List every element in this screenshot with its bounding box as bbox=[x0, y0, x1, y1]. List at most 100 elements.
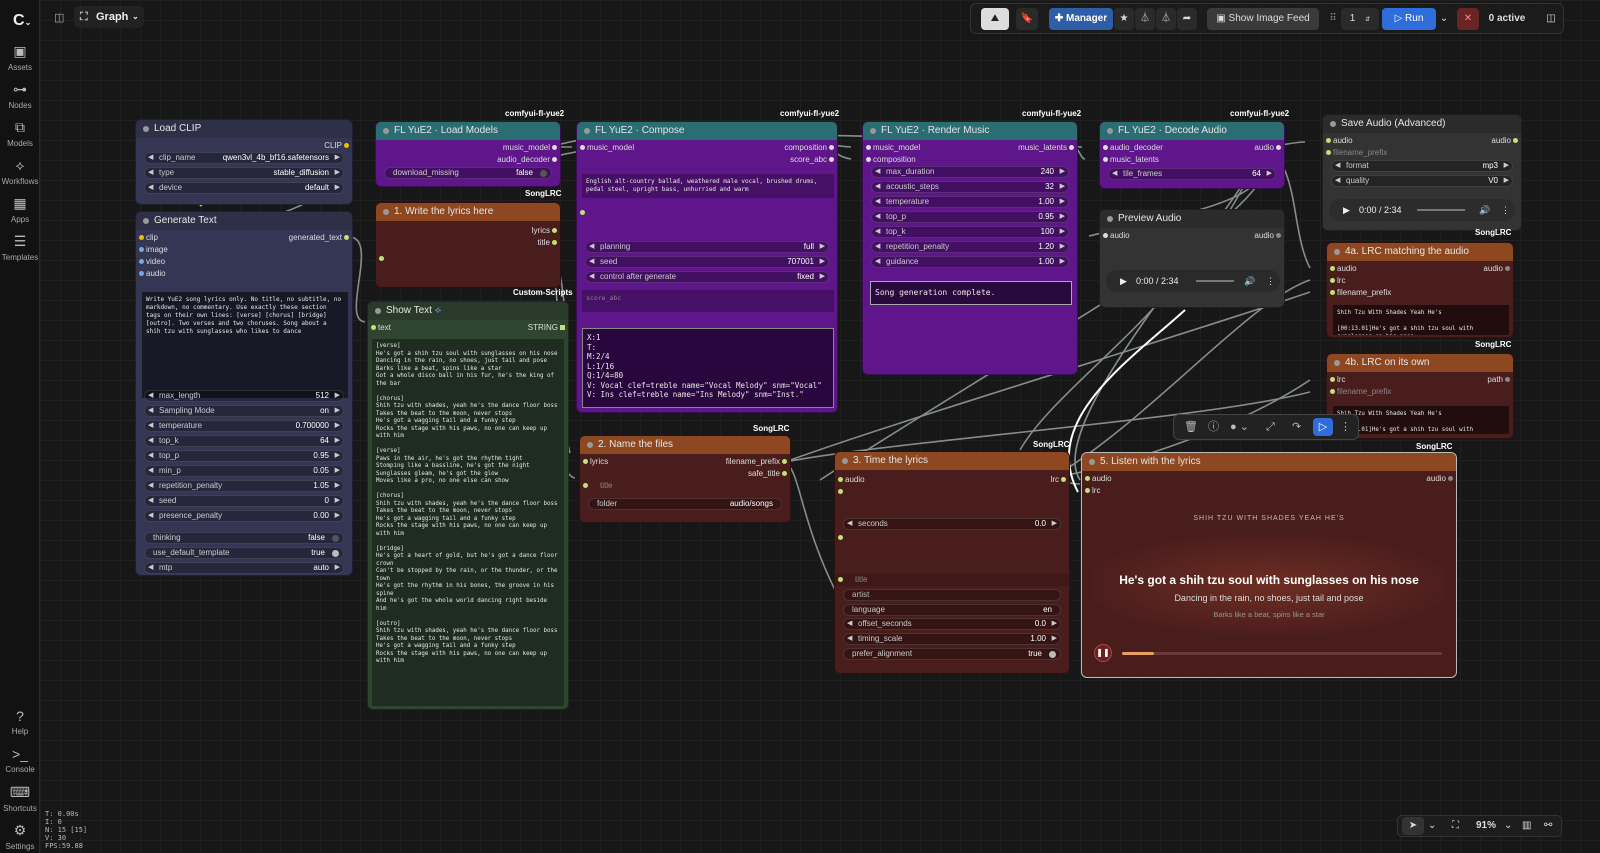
render-widget-0[interactable]: max_duration 240 bbox=[871, 166, 1069, 178]
folder-widget[interactable]: folder audio/songs bbox=[588, 498, 782, 510]
share-icon[interactable]: ➦ bbox=[1177, 8, 1197, 30]
cancel-icon[interactable]: ✕ bbox=[1457, 8, 1479, 30]
seed-widget[interactable]: seed707001 bbox=[585, 256, 829, 268]
run-button[interactable]: ▷ Run bbox=[1382, 8, 1436, 30]
tags-textarea[interactable]: English alt-country ballad, weathered ma… bbox=[582, 174, 834, 198]
comfy-logo[interactable]: C⌄ bbox=[13, 12, 31, 30]
node-render-music[interactable]: FL YuE2 · Render Music music_model music_… bbox=[862, 121, 1078, 375]
comfy-deploy-logo-icon[interactable]: ⛰ bbox=[981, 8, 1009, 30]
language-widget[interactable]: language en bbox=[843, 604, 1061, 616]
render-widget-6[interactable]: guidance 1.00 bbox=[871, 256, 1069, 268]
color-icon[interactable]: ● ⌄ bbox=[1230, 415, 1249, 439]
graph-canvas[interactable]: Load CLIP CLIP clip_nameqwen3vl_4b_bf16.… bbox=[0, 0, 1600, 853]
node-time-lyrics[interactable]: 3. Time the lyrics audiolrc seconds0.0 t… bbox=[834, 451, 1070, 674]
lrc-preview-text[interactable]: Shih Tzu With Shades Yeah He's [00:13.01… bbox=[1333, 406, 1509, 434]
type-widget[interactable]: typestable_diffusion bbox=[144, 167, 344, 179]
volume-icon[interactable]: 🔊 bbox=[1244, 270, 1255, 292]
play-icon[interactable]: ▶ bbox=[1120, 270, 1127, 292]
node-save-audio[interactable]: Save Audio (Advanced) audio audio filenam… bbox=[1322, 114, 1522, 231]
planning-widget[interactable]: planningfull bbox=[585, 241, 829, 253]
gen-text-widget-5[interactable]: min_p 0.05 bbox=[144, 465, 344, 477]
node-write-lyrics[interactable]: 1. Write the lyrics here lyrics title bbox=[375, 202, 561, 288]
toggle-panel-icon[interactable]: ◫ bbox=[54, 11, 64, 24]
artist-input[interactable]: artist bbox=[843, 589, 1061, 601]
node-icon[interactable]: ⏃ bbox=[1156, 8, 1176, 30]
render-widget-5[interactable]: repetition_penalty 1.20 bbox=[871, 241, 1069, 253]
lrc-preview-text[interactable]: Shih Tzu With Shades Yeah He's [00:13.01… bbox=[1333, 305, 1509, 335]
graph-breadcrumb[interactable]: ⛶ Graph ⌄ bbox=[74, 6, 144, 28]
control-after-generate-widget[interactable]: control after generatefixed bbox=[585, 271, 829, 283]
manager-button[interactable]: ✚ Manager bbox=[1049, 8, 1113, 30]
more-icon[interactable]: ⋮ bbox=[1501, 199, 1510, 221]
drag-handle-icon[interactable]: ⠿ bbox=[1326, 8, 1340, 30]
sidebar-item-help[interactable]: ? Help bbox=[0, 708, 40, 736]
gen-text-widget-6[interactable]: repetition_penalty 1.05 bbox=[144, 480, 344, 492]
gen-text-widget-7[interactable]: seed 0 bbox=[144, 495, 344, 507]
sidebar-item-models[interactable]: ⧉ Models bbox=[0, 119, 40, 148]
gen-text-widget-3[interactable]: top_k 64 bbox=[144, 435, 344, 447]
node-load-models[interactable]: FL YuE2 · Load Models music_model audio_… bbox=[375, 121, 561, 187]
sidebar-item-shortcuts[interactable]: ⌨ Shortcuts bbox=[0, 784, 40, 813]
bookmark-icon[interactable]: 🔖 bbox=[1016, 8, 1038, 30]
link-visibility-icon[interactable]: ⚯ bbox=[1544, 816, 1552, 836]
prompt-textarea[interactable]: Write YuE2 song lyrics only. No title, n… bbox=[142, 292, 348, 398]
volume-icon[interactable]: 🔊 bbox=[1479, 199, 1490, 221]
sidebar-item-apps[interactable]: ▦ Apps bbox=[0, 195, 40, 224]
bypass-icon[interactable]: ↷ bbox=[1292, 415, 1301, 439]
render-widget-4[interactable]: top_k 100 bbox=[871, 226, 1069, 238]
info-icon[interactable]: ⓘ bbox=[1208, 415, 1219, 439]
timing-scale-widget[interactable]: timing_scale1.00 bbox=[843, 633, 1061, 645]
generated-text-socket[interactable] bbox=[344, 235, 349, 240]
device-widget[interactable]: devicedefault bbox=[144, 182, 344, 194]
show-text-output[interactable]: [verse] He's got a shih tzu soul with su… bbox=[372, 339, 564, 706]
seconds-widget[interactable]: seconds0.0 bbox=[843, 518, 1061, 530]
fit-icon[interactable]: ⤢ bbox=[1266, 415, 1275, 439]
active-jobs-label[interactable]: 0 active bbox=[1484, 8, 1530, 30]
gen-text-widget-0[interactable]: max_length 512 bbox=[144, 390, 344, 402]
node-preview-audio[interactable]: Preview Audio audio audio ▶ 0:00 / 2:34 🔊… bbox=[1099, 209, 1285, 308]
select-pointer-icon[interactable]: ➤ bbox=[1402, 817, 1424, 835]
node-show-text[interactable]: Show Text ⟡ text STRING [verse] He's got … bbox=[367, 301, 569, 710]
sidebar-item-settings[interactable]: ⚙ Settings bbox=[0, 822, 40, 851]
chevron-down-icon[interactable]: ⌄ bbox=[1428, 816, 1436, 836]
node-load-clip[interactable]: Load CLIP CLIP clip_nameqwen3vl_4b_bf16.… bbox=[135, 119, 353, 205]
gen-text-widget-4[interactable]: top_p 0.95 bbox=[144, 450, 344, 462]
node-decode-audio[interactable]: FL YuE2 · Decode Audio audio_decoder audi… bbox=[1099, 121, 1285, 189]
execute-node-icon[interactable]: ▷ bbox=[1313, 418, 1333, 436]
gen-text-widget-8[interactable]: presence_penalty 0.00 bbox=[144, 510, 344, 522]
save-audio-player[interactable]: ▶ 0:00 / 2:34 🔊 ⋮ bbox=[1329, 199, 1515, 221]
render-widget-1[interactable]: acoustic_steps 32 bbox=[871, 181, 1069, 193]
node-lrc-matching-audio[interactable]: 4a. LRC matching the audio audio audio lr… bbox=[1326, 242, 1514, 338]
sidebar-item-workflows[interactable]: ⟡ Workflows bbox=[0, 157, 40, 186]
score-abc-input[interactable]: score_abc bbox=[582, 290, 834, 312]
more-icon[interactable]: ⋮ bbox=[1340, 415, 1351, 439]
star-icon[interactable]: ★ bbox=[1114, 8, 1134, 30]
more-icon[interactable]: ⋮ bbox=[1266, 270, 1275, 292]
node-generate-text[interactable]: Generate Text clip generated_text image v… bbox=[135, 211, 353, 576]
node-listen-with-lyrics[interactable]: 5. Listen with the lyrics audio audio lrc… bbox=[1081, 452, 1457, 678]
node-compose[interactable]: FL YuE2 · Compose music_model composition… bbox=[576, 121, 838, 413]
fit-view-icon[interactable]: ⛶ bbox=[1452, 816, 1459, 836]
gen-text-widget-2[interactable]: temperature 0.700000 bbox=[144, 420, 344, 432]
sidebar-item-templates[interactable]: ☰ Templates bbox=[0, 233, 40, 262]
pause-button[interactable]: ❚❚ bbox=[1094, 644, 1112, 662]
show-image-feed-button[interactable]: ▣ Show Image Feed bbox=[1207, 8, 1319, 30]
gen-text-widget-1[interactable]: Sampling Mode on bbox=[144, 405, 344, 417]
format-widget[interactable]: formatmp3 bbox=[1331, 160, 1513, 172]
abc-output[interactable]: X:1 T: M:2/4 L:1/16 Q:1/4=80 V: Vocal cl… bbox=[582, 328, 834, 408]
render-widget-3[interactable]: top_p 0.95 bbox=[871, 211, 1069, 223]
sidebar-item-assets[interactable]: ▣ Assets bbox=[0, 43, 40, 72]
chevron-down-icon[interactable]: ⌄ bbox=[1504, 816, 1512, 836]
node-name-files[interactable]: 2. Name the files lyrics filename_prefix … bbox=[579, 435, 791, 523]
play-icon[interactable]: ▶ bbox=[1343, 199, 1350, 221]
thinking-toggle[interactable]: thinking false bbox=[144, 532, 344, 544]
sidebar-item-console[interactable]: >_ Console bbox=[0, 746, 40, 774]
clip-name-widget[interactable]: clip_nameqwen3vl_4b_bf16.safetensors bbox=[144, 152, 344, 164]
zoom-level[interactable]: 91% bbox=[1476, 816, 1496, 836]
sidebar-item-nodes[interactable]: ⊶ Nodes bbox=[0, 81, 40, 110]
quality-widget[interactable]: qualityV0 bbox=[1331, 175, 1513, 187]
minimap-icon[interactable]: ▥ bbox=[1522, 816, 1531, 836]
render-widget-2[interactable]: temperature 1.00 bbox=[871, 196, 1069, 208]
use-default-template-toggle[interactable]: use_default_template true bbox=[144, 547, 344, 559]
right-panel-icon[interactable]: ◫ bbox=[1541, 8, 1561, 30]
